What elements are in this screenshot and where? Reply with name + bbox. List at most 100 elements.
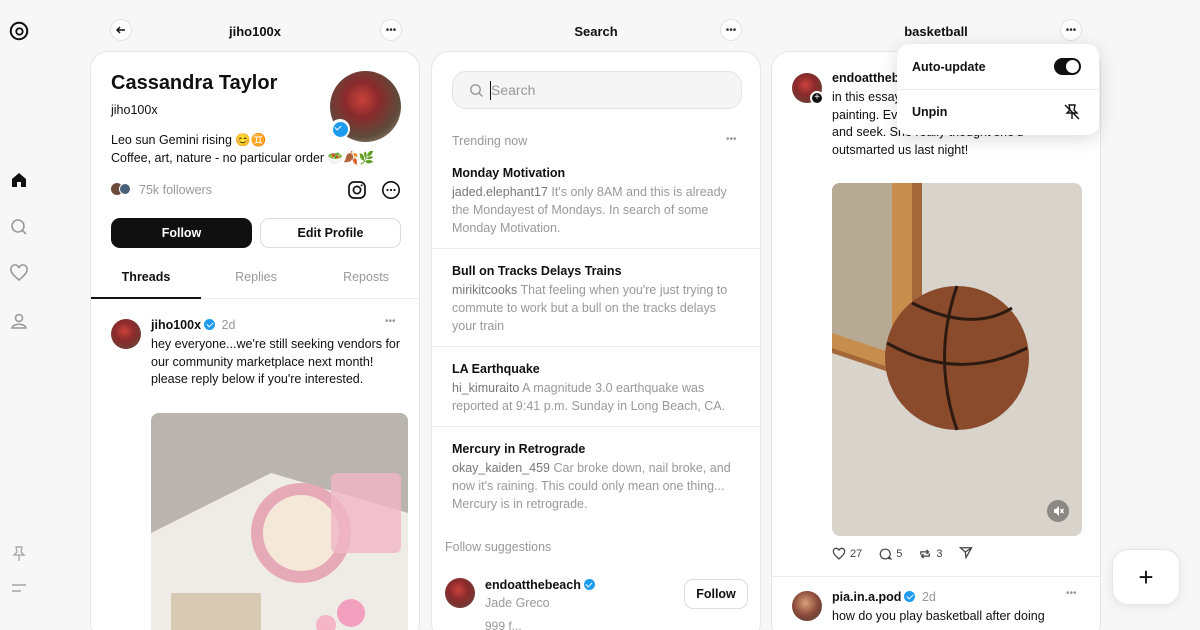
divider [772,576,1100,577]
trend-user: jaded.elephant17 [452,185,548,199]
basketball-column-more-button[interactable]: ••• [1060,19,1082,41]
trend-item[interactable]: Mercury in Retrograde okay_kaiden_459 Ca… [452,442,742,513]
auto-update-toggle[interactable] [1054,58,1081,75]
trend-item[interactable]: Bull on Tracks Delays Trains mirikitcook… [452,264,742,335]
reply-count: 5 [896,547,903,560]
suggestion-followers: 999 f... [485,619,522,630]
verified-badge [330,119,350,139]
profile-column: Cassandra Taylor jiho100x Leo sun Gemini… [90,51,420,630]
post-author-avatar[interactable] [111,319,141,349]
more-icon: ••• [1065,24,1077,36]
profile-column-more-button[interactable]: ••• [380,19,402,41]
auto-update-label: Auto-update [912,60,986,74]
verified-icon [204,319,216,330]
menu-icon[interactable] [8,577,30,599]
trend-item[interactable]: LA Earthquake hi_kimuraito A magnitude 3… [452,362,742,415]
edit-profile-button[interactable]: Edit Profile [260,218,401,248]
post-header: jiho100x 2d [151,318,235,332]
divider [432,426,760,427]
post-author[interactable]: endoatthebe [832,71,906,85]
threads-logo-icon[interactable] [8,20,30,42]
unpin-item[interactable]: Unpin [897,90,1099,135]
suggestion-avatar[interactable] [445,578,475,608]
instagram-icon[interactable] [347,180,367,205]
suggestion-handle[interactable]: endoatthebeach [485,578,581,592]
home-icon[interactable] [8,169,30,191]
post-more-icon[interactable]: ••• [385,316,396,327]
repost-action[interactable]: 3 [918,547,943,561]
pin-icon[interactable] [8,543,30,565]
follow-button[interactable]: Follow [111,218,252,248]
post-video[interactable] [832,183,1082,536]
follow-suggestions-label: Follow suggestions [445,540,552,554]
suggestion-name: Jade Greco [485,596,550,610]
column-options-menu: Auto-update Unpin [897,44,1099,135]
post-author[interactable]: pia.in.a.pod [832,590,901,604]
tab-threads[interactable]: Threads [91,270,201,284]
followers-count[interactable]: 75k followers [139,183,212,197]
trend-item[interactable]: Monday Motivation jaded.elephant17 It's … [452,166,742,237]
basketball-column: + endoatthebe in this essay... daughter'… [771,51,1101,630]
trend-description: okay_kaiden_459 Car broke down, nail bro… [452,459,742,513]
divider [432,346,760,347]
trend-title: Bull on Tracks Delays Trains [452,264,622,278]
profile-icon[interactable] [8,310,30,332]
share-icon [958,547,973,560]
suggestion-header: endoatthebeach [485,578,595,592]
post-header: pia.in.a.pod 2d [832,590,936,604]
more-icon: ••• [385,24,397,36]
trend-description: jaded.elephant17 It's only 8AM and this … [452,183,742,237]
trend-title: Monday Motivation [452,166,566,180]
heart-icon[interactable] [8,262,30,284]
like-action[interactable]: 27 [832,547,862,561]
search-box[interactable]: Search [452,71,742,109]
post-time: 2d [221,318,236,332]
search-column: Search Trending now ••• Monday Motivatio… [431,51,761,630]
heart-icon [832,547,846,560]
unpin-icon [1063,103,1081,126]
profile-handle: jiho100x [111,103,158,117]
verified-icon [583,579,595,590]
auto-update-item[interactable]: Auto-update [897,44,1099,89]
divider [432,248,760,249]
post-text: hey everyone...we're still seeking vendo… [151,337,401,386]
more-options-icon[interactable] [381,180,401,205]
trend-user: hi_kimuraito [452,381,520,395]
post-author[interactable]: jiho100x [151,318,201,332]
post-actions: 27 5 3 [832,545,973,562]
follow-plus-icon[interactable]: + [810,91,824,105]
profile-name: Cassandra Taylor [111,72,278,94]
post-time: 2d [921,590,936,604]
profile-bio-line2: Coffee, art, nature - no particular orde… [111,151,375,165]
post-more-icon[interactable]: ••• [1066,588,1077,599]
like-count: 27 [850,547,863,560]
trend-description: hi_kimuraito A magnitude 3.0 earthquake … [452,379,742,415]
search-input[interactable]: Search [491,82,535,98]
search-column-more-button[interactable]: ••• [720,19,742,41]
mute-icon[interactable] [1047,500,1069,522]
tab-replies[interactable]: Replies [201,270,311,284]
search-icon[interactable] [8,216,30,238]
profile-bio-line1: Leo sun Gemini rising 😊♊ [111,133,267,147]
verified-icon [332,121,348,137]
more-icon: ••• [725,24,737,36]
active-tab-indicator [91,297,201,299]
new-thread-button[interactable]: + [1112,549,1180,605]
trend-title: LA Earthquake [452,362,540,376]
share-action[interactable] [958,545,973,562]
repost-icon [920,548,931,559]
suggestion-follow-button[interactable]: Follow [684,579,748,609]
trend-user: okay_kaiden_459 [452,461,550,475]
post-author-avatar[interactable] [792,591,822,621]
post-image[interactable] [151,413,408,630]
follower-avatar [119,183,131,195]
comment-icon [879,547,893,560]
verified-icon [904,591,916,602]
unpin-label: Unpin [912,105,948,119]
search-column-title: Search [574,23,618,39]
post-text: how do you play basketball after doing [832,609,1045,623]
tab-reposts[interactable]: Reposts [311,270,419,284]
repost-count: 3 [936,547,943,560]
trending-more-icon[interactable]: ••• [726,134,737,145]
reply-action[interactable]: 5 [878,547,902,561]
